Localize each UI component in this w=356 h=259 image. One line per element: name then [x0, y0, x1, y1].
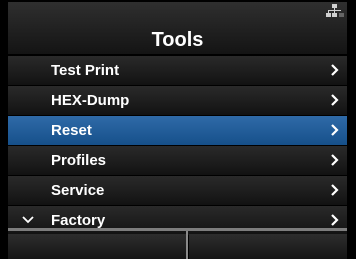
menu-item-label: Profiles — [51, 152, 107, 169]
menu-item-profiles[interactable]: Profiles — [8, 146, 347, 175]
chevron-right-icon — [331, 154, 339, 166]
chevron-right-icon — [331, 184, 339, 196]
chevron-right-icon — [331, 214, 339, 226]
printer-screen: Tools Test Print HEX-Dump Reset Profiles — [0, 0, 356, 259]
softkey-right[interactable] — [189, 234, 347, 259]
tools-menu: Test Print HEX-Dump Reset Profiles Servi… — [8, 56, 347, 236]
menu-item-reset[interactable]: Reset — [8, 116, 347, 145]
chevron-down-icon — [22, 216, 34, 224]
menu-item-label: Reset — [51, 122, 92, 139]
menu-item-hex-dump[interactable]: HEX-Dump — [8, 86, 347, 115]
chevron-right-icon — [331, 94, 339, 106]
menu-item-test-print[interactable]: Test Print — [8, 56, 347, 85]
chevron-right-icon — [331, 124, 339, 136]
page-title: Tools — [151, 29, 204, 51]
softkey-left[interactable] — [8, 234, 186, 259]
network-icon — [326, 4, 344, 17]
menu-item-service[interactable]: Service — [8, 176, 347, 205]
chevron-right-icon — [331, 64, 339, 76]
menu-item-label: Test Print — [51, 62, 120, 79]
divider — [8, 228, 347, 231]
softkey-divider — [186, 231, 188, 259]
menu-item-label: HEX-Dump — [51, 92, 130, 109]
menu-item-label: Service — [51, 182, 105, 199]
title-bar: Tools — [8, 2, 347, 54]
